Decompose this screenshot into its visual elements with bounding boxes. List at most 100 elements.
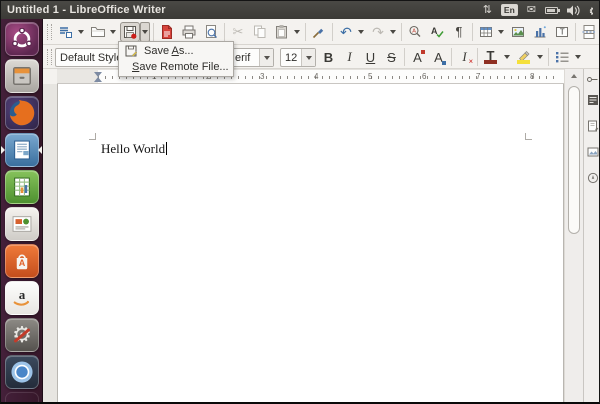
toolbar-separator	[472, 23, 473, 41]
document-page[interactable]: Hello World	[57, 84, 564, 404]
launcher-item-amazon[interactable]: a	[5, 281, 39, 315]
mail-icon[interactable]: ✉	[527, 5, 536, 16]
keyboard-layout-indicator[interactable]: En	[501, 4, 518, 17]
strikethrough-button[interactable]: S	[382, 47, 401, 67]
amazon-letter: a	[19, 287, 26, 303]
sidebar-tab-gallery[interactable]	[586, 145, 599, 158]
launcher-item-files[interactable]	[5, 59, 39, 93]
spelling-button[interactable]: A	[427, 22, 447, 42]
cut-button[interactable]: ✂	[228, 22, 248, 42]
bold-button[interactable]: B	[319, 47, 338, 67]
font-name-combo[interactable]: erif	[233, 48, 274, 67]
save-dropdown[interactable]	[140, 22, 150, 42]
paste-button[interactable]	[272, 22, 292, 42]
font-size-dropdown-arrow[interactable]	[301, 49, 315, 66]
sidebar-tab-styles[interactable]	[586, 119, 599, 132]
launcher-item-calc[interactable]	[5, 170, 39, 204]
new-document-button[interactable]	[56, 22, 76, 42]
font-color-bar	[484, 60, 497, 64]
highlight-button[interactable]	[514, 47, 533, 67]
window-title: Untitled 1 - LibreOffice Writer	[7, 4, 166, 16]
undo-button[interactable]: ↶	[336, 22, 356, 42]
clear-formatting-button[interactable]: I ×	[455, 47, 474, 67]
formatting-marks-button[interactable]: ¶	[449, 22, 469, 42]
writer-running-indicator	[1, 146, 5, 154]
insert-chart-button[interactable]	[530, 22, 550, 42]
open-button[interactable]	[88, 22, 108, 42]
clear-formatting-x: ×	[468, 57, 473, 66]
scroll-up-button[interactable]	[565, 69, 583, 82]
sidebar-settings-button[interactable]	[586, 73, 599, 86]
font-name-dropdown-arrow[interactable]	[259, 49, 273, 66]
ruler-number: 7	[476, 72, 480, 81]
vertical-scrollbar[interactable]	[564, 69, 583, 404]
toolbar-grip[interactable]	[47, 49, 52, 65]
ubuntu-icon	[11, 28, 33, 50]
undo-dropdown[interactable]	[356, 22, 366, 42]
save-button[interactable]	[120, 22, 140, 42]
subscript-mark	[442, 61, 446, 65]
scrollbar-thumb[interactable]	[568, 86, 580, 234]
ruler-number: 8	[530, 72, 534, 81]
insert-table-button[interactable]	[476, 22, 496, 42]
find-replace-button[interactable]: A	[405, 22, 425, 42]
print-button[interactable]	[179, 22, 199, 42]
superscript-mark	[421, 50, 425, 54]
volume-icon[interactable]	[567, 5, 580, 16]
document-text-content: Hello World	[101, 141, 165, 156]
underline-button[interactable]: U	[361, 47, 380, 67]
insert-image-icon	[510, 24, 526, 40]
launcher-item-impress[interactable]	[5, 207, 39, 241]
redo-dropdown[interactable]	[388, 22, 398, 42]
ruler-number: 6	[422, 72, 426, 81]
menu-item-save-as[interactable]: Save As...	[119, 43, 233, 59]
sidebar-tab-properties[interactable]	[586, 93, 599, 106]
find-replace-icon: A	[407, 24, 423, 40]
launcher-item-software-center[interactable]: A	[5, 244, 39, 278]
paste-icon	[274, 24, 290, 40]
copy-button[interactable]	[250, 22, 270, 42]
launcher-item-writer[interactable]	[5, 133, 39, 167]
print-preview-button[interactable]	[201, 22, 221, 42]
insert-page-break-button[interactable]	[579, 22, 599, 42]
toolbar-separator	[548, 48, 549, 66]
export-pdf-button[interactable]	[157, 22, 177, 42]
menu-item-save-remote-file[interactable]: Save Remote File...	[119, 59, 233, 75]
svg-text:A: A	[412, 28, 416, 34]
insert-image-button[interactable]	[508, 22, 528, 42]
bullet-list-button[interactable]	[552, 47, 571, 67]
new-document-dropdown[interactable]	[76, 22, 86, 42]
launcher-item-firefox[interactable]	[5, 96, 39, 130]
ruler-number: 5	[368, 72, 372, 81]
save-icon	[122, 24, 138, 40]
redo-button[interactable]: ↷	[368, 22, 388, 42]
launcher-item-chromium[interactable]	[5, 355, 39, 389]
insert-table-dropdown[interactable]	[496, 22, 506, 42]
open-dropdown[interactable]	[108, 22, 118, 42]
italic-button[interactable]: I	[340, 47, 359, 67]
paste-dropdown[interactable]	[292, 22, 302, 42]
toolbar-separator	[404, 48, 405, 66]
clone-formatting-button[interactable]	[309, 22, 329, 42]
launcher-item-settings[interactable]: ⚙	[5, 318, 39, 352]
document-text[interactable]: Hello World	[101, 141, 167, 157]
subscript-button[interactable]: A	[429, 47, 448, 67]
superscript-button[interactable]: A	[408, 47, 427, 67]
font-size-combo[interactable]: 12	[280, 48, 316, 67]
font-color-dropdown[interactable]	[502, 47, 512, 67]
calc-icon	[9, 174, 35, 200]
styles-icon	[587, 120, 599, 132]
battery-icon[interactable]	[545, 7, 558, 14]
save-as-icon	[125, 45, 137, 57]
launcher-item-ubuntu[interactable]	[5, 22, 39, 56]
save-dropdown-menu: Save As... Save Remote File...	[118, 41, 234, 77]
insert-textbox-button[interactable]: T	[552, 22, 572, 42]
sidebar-tab-navigator[interactable]	[586, 171, 599, 184]
bullet-list-dropdown[interactable]	[573, 47, 583, 67]
sync-arrows-icon[interactable]: ⇅	[483, 5, 492, 16]
ruler-margin-zone	[57, 70, 98, 83]
toolbar-grip[interactable]	[47, 24, 52, 40]
font-color-button[interactable]: T	[481, 47, 500, 67]
launcher-item-vlc[interactable]	[5, 392, 39, 404]
highlight-dropdown[interactable]	[535, 47, 545, 67]
